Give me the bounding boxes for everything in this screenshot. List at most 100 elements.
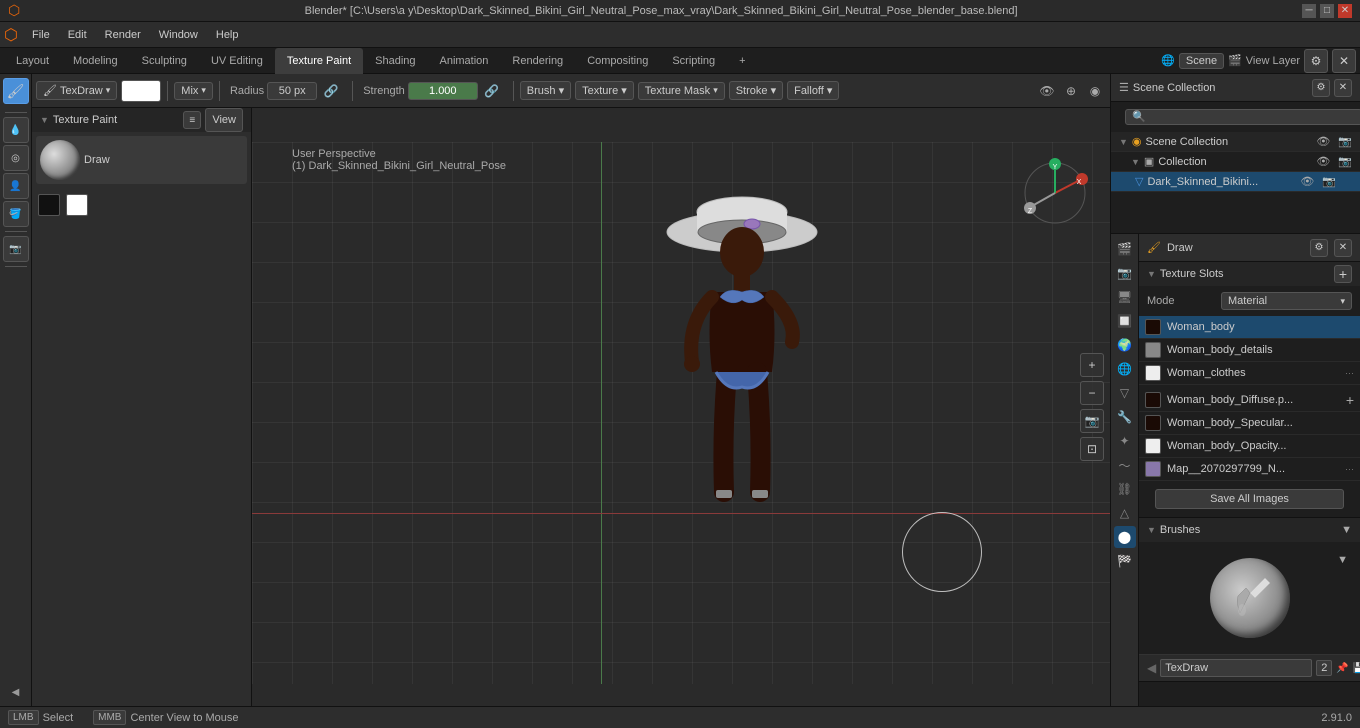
- menu-render[interactable]: Render: [97, 27, 149, 43]
- outliner-close-button[interactable]: ✕: [1334, 79, 1352, 97]
- texture-slot-1[interactable]: Woman_body_details: [1139, 339, 1360, 362]
- zoom-out-button[interactable]: −: [1080, 381, 1104, 405]
- properties-close-button[interactable]: ✕: [1334, 239, 1352, 257]
- viewport-3d[interactable]: User Perspective (1) Dark_Skinned_Bikini…: [252, 108, 1110, 706]
- tab-animation[interactable]: Animation: [428, 48, 501, 74]
- viewport-shading-icon[interactable]: ◉: [1084, 80, 1106, 102]
- workspace-close-button[interactable]: ✕: [1332, 49, 1356, 73]
- prop-icon-output[interactable]: 🖥: [1114, 286, 1136, 308]
- brush-save-button[interactable]: 💾: [1353, 657, 1360, 679]
- tab-sculpting[interactable]: Sculpting: [130, 48, 199, 74]
- brush-name-input[interactable]: [1160, 659, 1312, 677]
- texture-paint-panel-header[interactable]: ▼ Texture Paint ≡ View: [32, 108, 251, 132]
- add-texture-slot-button[interactable]: +: [1334, 265, 1352, 283]
- brush-expand-icon[interactable]: ▼: [1337, 554, 1348, 566]
- tab-scripting[interactable]: Scripting: [660, 48, 727, 74]
- prop-icon-object-data[interactable]: △: [1114, 502, 1136, 524]
- image-slot-3[interactable]: Map__2070297799_N... ···: [1139, 458, 1360, 481]
- texture-slot-0[interactable]: Woman_body: [1139, 316, 1360, 339]
- radius-lock-icon[interactable]: 🔗: [320, 80, 342, 102]
- tab-rendering[interactable]: Rendering: [500, 48, 575, 74]
- tab-shading[interactable]: Shading: [363, 48, 427, 74]
- strength-lock-icon[interactable]: 🔗: [481, 80, 503, 102]
- zoom-in-button[interactable]: +: [1080, 353, 1104, 377]
- scene-collection-row[interactable]: ▼ ◉ Scene Collection 👁 📷: [1111, 132, 1360, 152]
- brush-preview-icon[interactable]: [1210, 558, 1290, 638]
- brush-pin-button[interactable]: 📌: [1336, 657, 1348, 679]
- brushes-expand-button[interactable]: ▼: [1341, 524, 1352, 536]
- tool-clone[interactable]: 👤: [3, 173, 29, 199]
- image-slot-0[interactable]: Woman_body_Diffuse.p... +: [1139, 389, 1360, 412]
- tab-modeling[interactable]: Modeling: [61, 48, 130, 74]
- tab-layout[interactable]: Layout: [4, 48, 61, 74]
- tab-compositing[interactable]: Compositing: [575, 48, 660, 74]
- outliner-settings-button[interactable]: ⚙: [1312, 79, 1330, 97]
- tool-expand-left[interactable]: ◀: [3, 682, 29, 702]
- minimize-button[interactable]: ─: [1302, 4, 1316, 18]
- local-view-button[interactable]: ⊡: [1080, 437, 1104, 461]
- scene-collection-visibility[interactable]: 👁: [1316, 135, 1330, 148]
- navigation-gizmo[interactable]: X Y Z: [1020, 158, 1090, 228]
- collection-row[interactable]: ▼ ▣ Collection 👁 📷: [1111, 152, 1360, 172]
- prop-icon-scene[interactable]: 🎬: [1114, 238, 1136, 260]
- model-visibility[interactable]: 👁: [1300, 175, 1314, 188]
- maximize-button[interactable]: □: [1320, 4, 1334, 18]
- tab-uv-editing[interactable]: UV Editing: [199, 48, 275, 74]
- tab-add[interactable]: +: [727, 48, 757, 74]
- menu-file[interactable]: File: [24, 27, 58, 43]
- strength-slider[interactable]: 1.000: [408, 82, 478, 100]
- brush-color-swatch[interactable]: [121, 80, 161, 102]
- texture-mode-dropdown[interactable]: Material ▾: [1221, 292, 1352, 310]
- add-image-button[interactable]: +: [1346, 392, 1354, 408]
- paint-mode-dropdown[interactable]: 🖌 TexDraw ▾: [36, 81, 117, 100]
- tool-paint-brush[interactable]: 🖌: [3, 78, 29, 104]
- scene-selector[interactable]: Scene: [1179, 53, 1224, 69]
- prop-icon-scene-props[interactable]: 🌍: [1114, 334, 1136, 356]
- viewport-overlays-icon[interactable]: 👁: [1036, 80, 1058, 102]
- menu-window[interactable]: Window: [151, 27, 206, 43]
- outliner-search-input[interactable]: [1125, 109, 1360, 125]
- model-row[interactable]: ▽ Dark_Skinned_Bikini... 👁 📷: [1111, 172, 1360, 192]
- falloff-dropdown[interactable]: Falloff ▾: [787, 81, 839, 100]
- gizmo-icon[interactable]: ⊕: [1060, 80, 1082, 102]
- camera-view-button[interactable]: 📷: [1080, 409, 1104, 433]
- blend-mode-dropdown[interactable]: Mix ▾: [174, 82, 213, 100]
- prop-icon-material[interactable]: ⬤: [1114, 526, 1136, 548]
- stroke-dropdown[interactable]: Stroke ▾: [729, 81, 783, 100]
- background-color[interactable]: [66, 194, 88, 216]
- model-render[interactable]: 📷: [1322, 175, 1336, 188]
- brush-dropdown[interactable]: Brush ▾: [520, 81, 571, 100]
- workspace-settings-button[interactable]: ⚙: [1304, 49, 1328, 73]
- radius-value[interactable]: 50 px: [267, 82, 317, 100]
- menu-help[interactable]: Help: [208, 27, 247, 43]
- texture-slots-header[interactable]: ▼ Texture Slots +: [1139, 262, 1360, 286]
- tool-bucket[interactable]: 🪣: [3, 201, 29, 227]
- prop-icon-object[interactable]: ▽: [1114, 382, 1136, 404]
- foreground-color[interactable]: [38, 194, 60, 216]
- image-slot-1[interactable]: Woman_body_Specular...: [1139, 412, 1360, 435]
- scene-collection-render[interactable]: 📷: [1338, 135, 1352, 148]
- tool-smear[interactable]: ◎: [3, 145, 29, 171]
- window-controls[interactable]: ─ □ ✕: [1302, 4, 1352, 18]
- brush-prev-button[interactable]: ◀: [1147, 661, 1156, 675]
- image-slot-2[interactable]: Woman_body_Opacity...: [1139, 435, 1360, 458]
- header-settings-icon[interactable]: ≡: [183, 111, 201, 129]
- prop-icon-constraints[interactable]: ⛓: [1114, 478, 1136, 500]
- tab-texture-paint[interactable]: Texture Paint: [275, 48, 363, 74]
- texture-mask-dropdown[interactable]: Texture Mask ▾: [638, 82, 725, 100]
- prop-icon-view-layer[interactable]: 🔲: [1114, 310, 1136, 332]
- prop-icon-texture[interactable]: 🏁: [1114, 550, 1136, 572]
- prop-icon-world[interactable]: 🌐: [1114, 358, 1136, 380]
- prop-icon-render[interactable]: 📷: [1114, 262, 1136, 284]
- menu-edit[interactable]: Edit: [60, 27, 95, 43]
- brushes-header[interactable]: ▼ Brushes ▼: [1139, 518, 1360, 542]
- collection-visibility[interactable]: 👁: [1316, 155, 1330, 168]
- texture-slot-2[interactable]: Woman_clothes ···: [1139, 362, 1360, 385]
- close-button[interactable]: ✕: [1338, 4, 1352, 18]
- tool-stamp[interactable]: 📷: [3, 236, 29, 262]
- save-all-images-button[interactable]: Save All Images: [1155, 489, 1344, 509]
- properties-settings-button[interactable]: ⚙: [1310, 239, 1328, 257]
- texture-dropdown[interactable]: Texture ▾: [575, 81, 634, 100]
- tool-fill[interactable]: 💧: [3, 117, 29, 143]
- prop-icon-physics[interactable]: 〜: [1114, 454, 1136, 476]
